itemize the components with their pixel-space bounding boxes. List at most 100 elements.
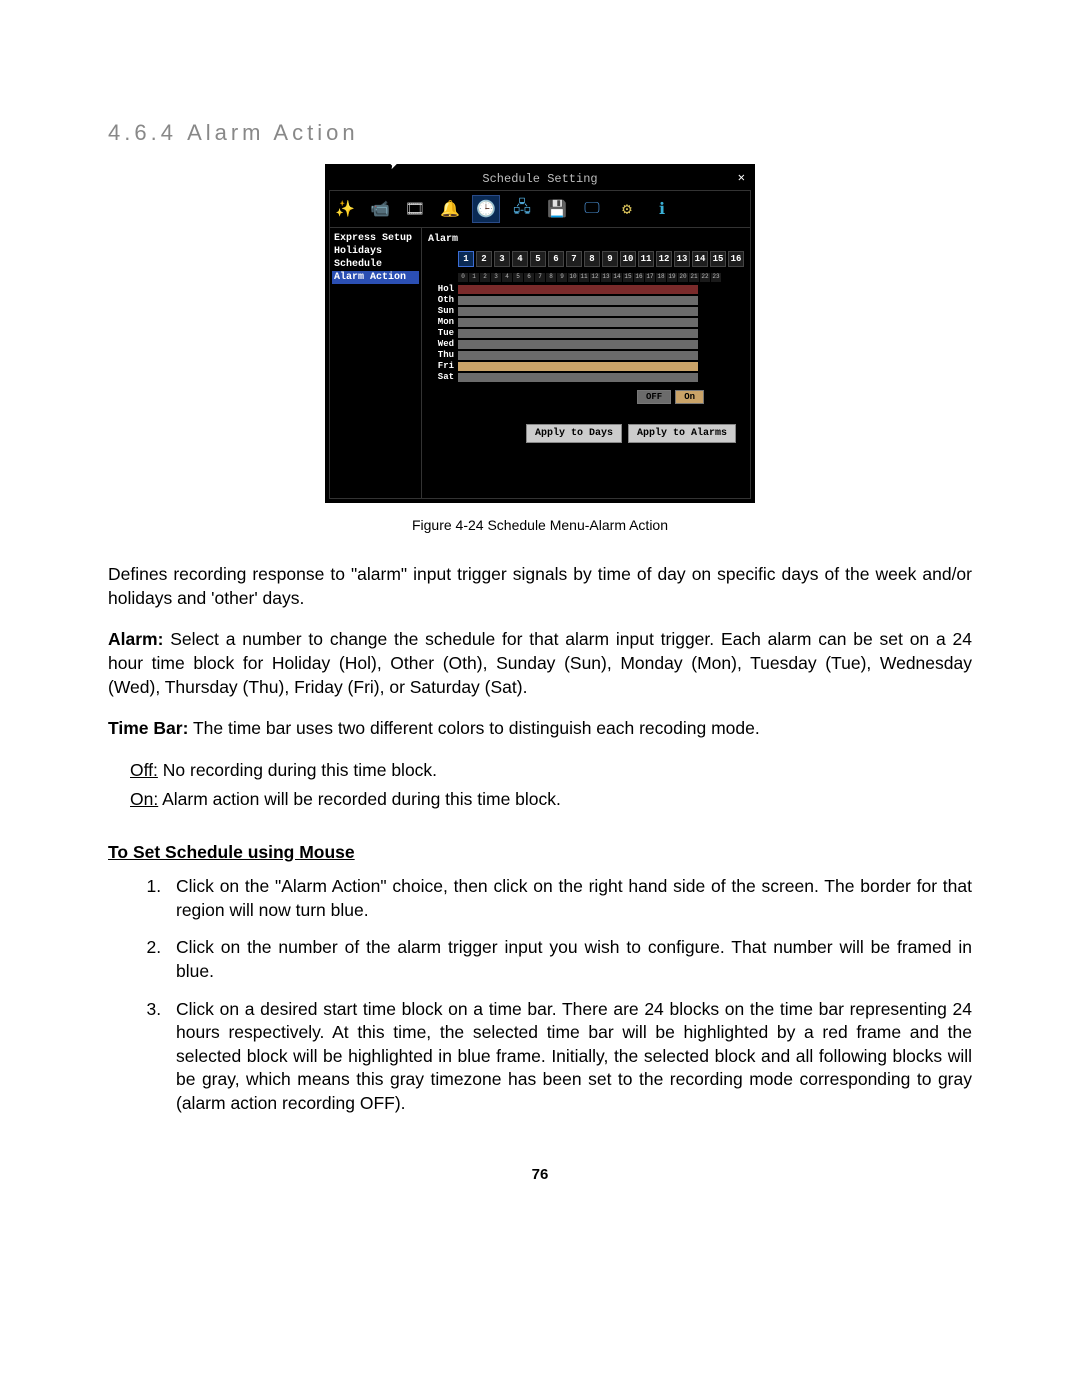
section-heading: 4.6.4 Alarm Action	[108, 120, 972, 146]
day-label: Wed	[428, 339, 458, 349]
alarm-number-9[interactable]: 9	[602, 251, 618, 267]
day-label: Sat	[428, 372, 458, 382]
alarm-number-10[interactable]: 10	[620, 251, 636, 267]
on-label: On:	[130, 789, 158, 809]
mouse-subhead: To Set Schedule using Mouse	[108, 842, 972, 863]
day-label: Sun	[428, 306, 458, 316]
time-bar[interactable]	[458, 307, 698, 316]
hour-cell: 13	[601, 273, 612, 282]
alarm-paragraph: Alarm: Select a number to change the sch…	[108, 628, 972, 699]
time-bar[interactable]	[458, 351, 698, 360]
alarm-number-4[interactable]: 4	[512, 251, 528, 267]
alarm-number-3[interactable]: 3	[494, 251, 510, 267]
legend-off: OFF	[637, 390, 671, 404]
day-label: Oth	[428, 295, 458, 305]
camera-icon[interactable]: 📹	[367, 196, 393, 222]
apply-to-days-button[interactable]: Apply to Days	[526, 424, 622, 443]
hour-cell: 0	[458, 273, 469, 282]
time-bar[interactable]	[458, 318, 698, 327]
timebar-label: Time Bar:	[108, 718, 188, 738]
alarm-number-13[interactable]: 13	[674, 251, 690, 267]
alarm-number-6[interactable]: 6	[548, 251, 564, 267]
window-titlebar: Schedule Setting ✕	[329, 168, 751, 190]
day-row-sun: Sun	[428, 306, 744, 316]
hour-cell: 18	[656, 273, 667, 282]
hour-cell: 3	[491, 273, 502, 282]
alarm-text: Select a number to change the schedule f…	[108, 629, 972, 696]
window-title: Schedule Setting	[482, 172, 597, 186]
sidebar-item-express-setup[interactable]: Express Setup	[332, 232, 419, 245]
alarm-number-16[interactable]: 16	[728, 251, 744, 267]
alarm-number-14[interactable]: 14	[692, 251, 708, 267]
time-bar[interactable]	[458, 373, 698, 382]
toolbar: ✨ 📹 🎞 🔔 🕒 🖧 💾 🖵 ⚙ ℹ	[329, 190, 751, 228]
day-row-mon: Mon	[428, 317, 744, 327]
day-label: Thu	[428, 350, 458, 360]
hour-cell: 14	[612, 273, 623, 282]
hour-cell: 11	[579, 273, 590, 282]
hour-ruler: 01234567891011121314151617181920212223	[458, 273, 744, 282]
sidebar: Express Setup Holidays Schedule Alarm Ac…	[330, 228, 422, 498]
day-label: Fri	[428, 361, 458, 371]
hour-cell: 15	[623, 273, 634, 282]
hour-cell: 9	[557, 273, 568, 282]
day-row-thu: Thu	[428, 350, 744, 360]
day-rows: HolOthSunMonTueWedThuFriSat	[428, 284, 744, 382]
timebar-text: The time bar uses two different colors t…	[188, 718, 759, 738]
page-number: 76	[108, 1166, 972, 1183]
hour-cell: 2	[480, 273, 491, 282]
hour-cell: 17	[645, 273, 656, 282]
schedule-icon[interactable]: 🕒	[472, 195, 500, 223]
monitor-icon[interactable]: 🖵	[579, 196, 605, 222]
hour-cell: 19	[667, 273, 678, 282]
day-row-sat: Sat	[428, 372, 744, 382]
time-bar[interactable]	[458, 296, 698, 305]
alarm-number-2[interactable]: 2	[476, 251, 492, 267]
sidebar-item-holidays[interactable]: Holidays	[332, 245, 419, 258]
day-row-fri: Fri	[428, 361, 744, 371]
alarm-number-15[interactable]: 15	[710, 251, 726, 267]
hour-cell: 4	[502, 273, 513, 282]
figure: ➤ Schedule Setting ✕ ✨ 📹 🎞 🔔 🕒 🖧 💾 🖵 ⚙ ℹ…	[108, 164, 972, 533]
day-label: Tue	[428, 328, 458, 338]
apply-to-alarms-button[interactable]: Apply to Alarms	[628, 424, 736, 443]
steps-list: Click on the "Alarm Action" choice, then…	[108, 875, 972, 1116]
alarm-number-8[interactable]: 8	[584, 251, 600, 267]
alarm-number-1[interactable]: 1	[458, 251, 474, 267]
time-bar[interactable]	[458, 285, 698, 294]
day-row-tue: Tue	[428, 328, 744, 338]
sidebar-item-alarm-action[interactable]: Alarm Action	[332, 271, 419, 284]
day-label: Hol	[428, 284, 458, 294]
time-bar[interactable]	[458, 362, 698, 371]
step-1: Click on the "Alarm Action" choice, then…	[166, 875, 972, 922]
on-text: Alarm action will be recorded during thi…	[158, 789, 561, 809]
on-line: On: Alarm action will be recorded during…	[130, 788, 972, 812]
alarm-label: Alarm:	[108, 629, 163, 649]
hour-cell: 5	[513, 273, 524, 282]
hour-cell: 22	[700, 273, 711, 282]
info-icon[interactable]: ℹ	[649, 196, 675, 222]
alarm-number-5[interactable]: 5	[530, 251, 546, 267]
reel-icon[interactable]: 🎞	[402, 196, 428, 222]
alarm-number-7[interactable]: 7	[566, 251, 582, 267]
sidebar-item-schedule[interactable]: Schedule	[332, 258, 419, 271]
day-row-hol: Hol	[428, 284, 744, 294]
time-bar[interactable]	[458, 340, 698, 349]
alarm-number-12[interactable]: 12	[656, 251, 672, 267]
hour-cell: 12	[590, 273, 601, 282]
hour-cell: 16	[634, 273, 645, 282]
day-label: Mon	[428, 317, 458, 327]
timebar-paragraph: Time Bar: The time bar uses two differen…	[108, 717, 972, 741]
wand-icon[interactable]: ✨	[332, 196, 358, 222]
main-label: Alarm	[428, 234, 744, 245]
close-icon[interactable]: ✕	[738, 170, 745, 185]
bell-icon[interactable]: 🔔	[437, 196, 463, 222]
gear-icon[interactable]: ⚙	[614, 196, 640, 222]
network-icon[interactable]: 🖧	[509, 196, 535, 222]
time-bar[interactable]	[458, 329, 698, 338]
intro-paragraph: Defines recording response to "alarm" in…	[108, 563, 972, 610]
alarm-number-11[interactable]: 11	[638, 251, 654, 267]
alarm-number-row: 12345678910111213141516	[458, 251, 744, 267]
hour-cell: 21	[689, 273, 700, 282]
disk-icon[interactable]: 💾	[544, 196, 570, 222]
